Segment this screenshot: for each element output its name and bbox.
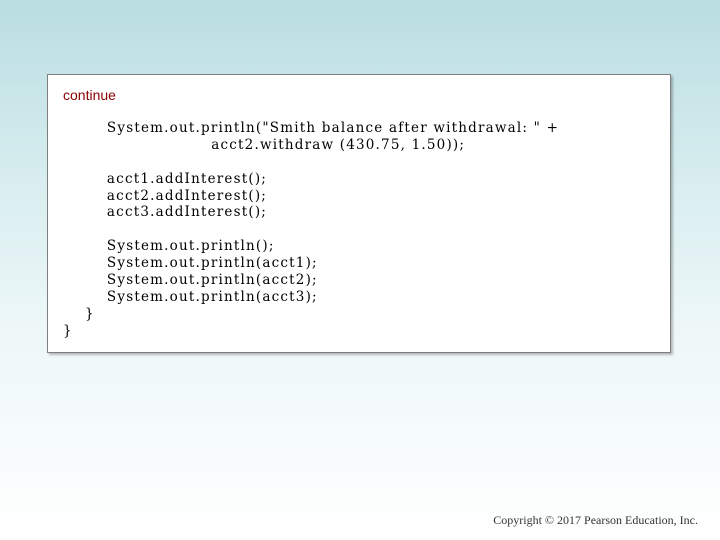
code-line: System.out.println(acct1); [63, 255, 318, 272]
code-line: System.out.println(acct3); [63, 288, 318, 305]
code-line: acct3.addInterest(); [63, 204, 268, 221]
code-line: System.out.println(); [63, 238, 275, 255]
code-line: } [63, 305, 95, 322]
code-line: acct1.addInterest(); [63, 170, 268, 187]
code-line: System.out.println(acct2); [63, 272, 318, 289]
code-panel: continue System.out.println("Smith balan… [47, 74, 671, 353]
code-line: acct2.withdraw (430.75, 1.50)); [63, 136, 466, 153]
copyright-notice: Copyright © 2017 Pearson Education, Inc. [493, 513, 698, 527]
code-block: System.out.println("Smith balance after … [63, 120, 559, 340]
code-line: } [63, 322, 73, 339]
slide: continue System.out.println("Smith balan… [0, 0, 720, 540]
code-line: System.out.println("Smith balance after … [63, 120, 560, 136]
code-line: acct2.addInterest(); [63, 187, 268, 204]
slide-heading: continue [63, 87, 116, 103]
